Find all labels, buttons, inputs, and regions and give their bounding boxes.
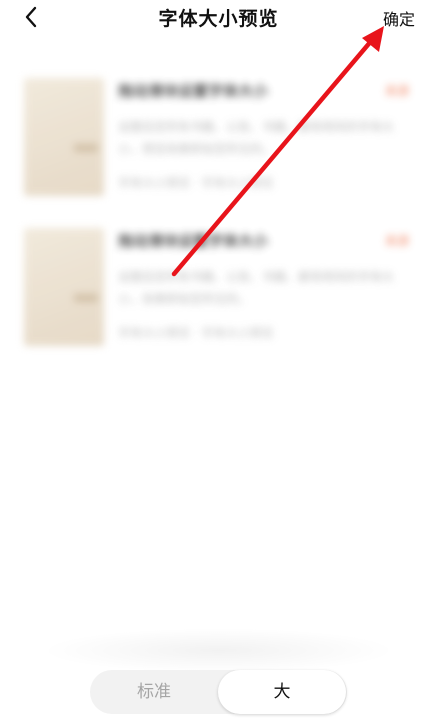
preview-card-title: 拖动滑块设置字体大小	[118, 82, 269, 100]
preview-card-tag: 来源	[384, 84, 409, 98]
preview-card-meta: 字体大小预览 · 字体大小预览	[118, 326, 274, 340]
book-cover-image	[24, 228, 104, 346]
preview-card-description: 设置后您所有书籍、公告、书籍、都将用到的字体大小，效果即如您所见的。	[118, 270, 395, 306]
font-size-option-standard[interactable]: 标准	[90, 670, 218, 714]
preview-card-title: 拖动滑块设置字体大小	[118, 232, 269, 250]
font-size-selector[interactable]: 标准 大	[90, 670, 347, 714]
page-title: 字体大小预览	[158, 8, 279, 30]
font-size-option-large[interactable]: 大	[218, 670, 346, 714]
book-cover-image	[24, 78, 104, 196]
header-bar: 字体大小预览 确定	[0, 0, 437, 36]
preview-card-tag: 来源	[384, 234, 409, 248]
selector-shadow	[40, 628, 397, 673]
preview-card: 拖动滑块设置字体大小 来源 设置后您所有书籍、公告、书籍、都将用到的字体大小，预…	[20, 78, 417, 203]
font-preview-area: 拖动滑块设置字体大小 来源 设置后您所有书籍、公告、书籍、都将用到的字体大小，预…	[0, 40, 437, 400]
preview-card: 拖动滑块设置字体大小 来源 设置后您所有书籍、公告、书籍、都将用到的字体大小，效…	[20, 228, 417, 353]
preview-card-meta: 字体大小预览 · 字体大小预览	[118, 176, 274, 190]
confirm-button[interactable]: 确定	[383, 6, 415, 30]
preview-card-description: 设置后您所有书籍、公告、书籍、都将用到的字体大小，预览效果即如您所见的。	[118, 120, 395, 156]
